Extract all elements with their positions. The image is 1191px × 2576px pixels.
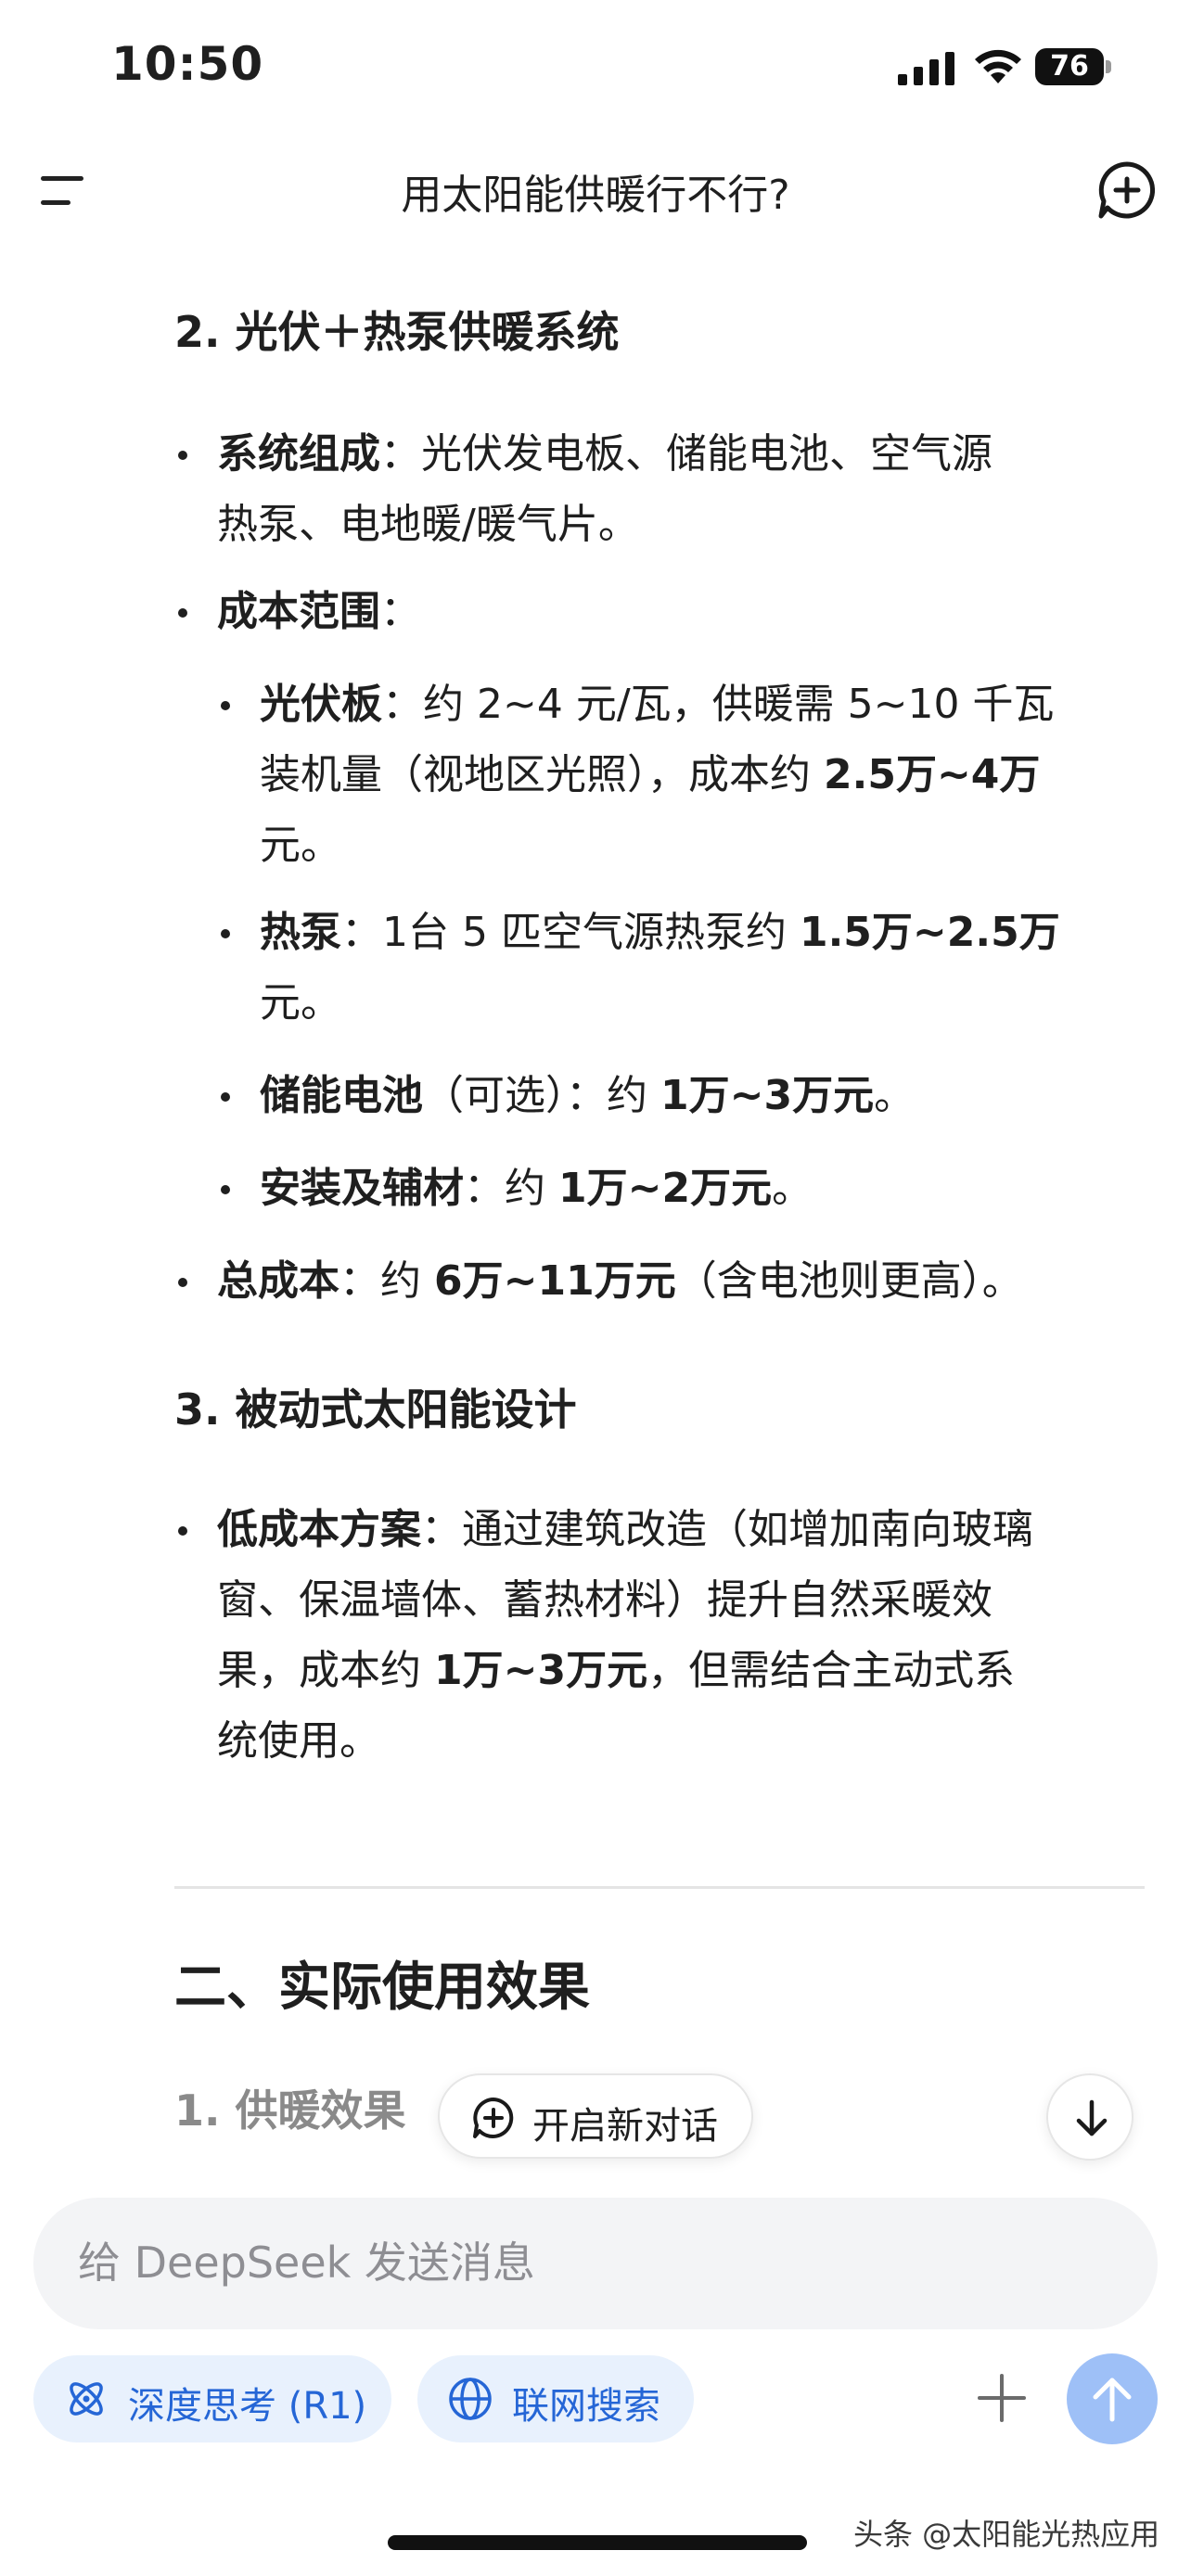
item-value: 1万~3万元 — [660, 1072, 875, 1119]
divider — [174, 1886, 1145, 1889]
item-label: 成本范围 — [217, 588, 380, 635]
send-button[interactable] — [1067, 2353, 1158, 2444]
wifi-icon — [975, 49, 1021, 83]
item-text: 热泵、电地暖/暖气片。 — [217, 501, 639, 548]
nav-bar: 用太阳能供暖行不行? — [0, 139, 1191, 241]
web-search-toggle[interactable]: 联网搜索 — [417, 2355, 694, 2442]
item-text: ：通过建筑改造（如增加南向玻璃 — [421, 1506, 1033, 1553]
item-label: 安装及辅材 — [260, 1165, 464, 1212]
item-text: ：光伏发电板、储能电池、空气源 — [380, 430, 992, 478]
item-text: ：1台 5 匹空气源热泵约 — [341, 909, 800, 956]
web-search-label: 联网搜索 — [512, 2385, 660, 2428]
section-heading: 3. 被动式太阳能设计 — [174, 1384, 577, 1435]
item-text: ：约 — [464, 1165, 558, 1212]
deep-think-label: 深度思考 (R1) — [128, 2385, 367, 2428]
list-item: 系统组成：光伏发电板、储能电池、空气源 热泵、电地暖/暖气片。 — [178, 419, 1135, 560]
item-text: 装机量（视地区光照），成本约 — [260, 751, 824, 798]
arrow-up-icon — [1093, 2378, 1132, 2422]
item-text: 果，成本约 — [217, 1647, 434, 1694]
new-chat-icon[interactable] — [1096, 159, 1158, 221]
signal-icon — [898, 52, 954, 85]
atom-icon — [70, 2382, 103, 2416]
status-bar: 10:50 76 — [0, 0, 1191, 139]
item-label: 总成本 — [217, 1257, 339, 1305]
new-chat-label: 开启新对话 — [532, 2105, 718, 2148]
item-value: 1.5万~2.5万 — [799, 909, 1060, 956]
item-text: 统使用。 — [217, 1717, 380, 1765]
item-label: 储能电池 — [260, 1072, 423, 1119]
item-text: 。 — [772, 1165, 813, 1212]
scroll-to-bottom-button[interactable] — [1046, 2073, 1133, 2161]
section-heading: 2. 光伏＋热泵供暖系统 — [174, 307, 620, 357]
item-text: （可选）：约 — [423, 1072, 660, 1119]
item-label: 光伏板 — [260, 681, 382, 728]
new-chat-icon — [473, 2098, 514, 2138]
item-text: 。 — [874, 1072, 916, 1119]
home-indicator[interactable] — [388, 2535, 807, 2550]
item-text: ： — [380, 588, 421, 635]
arrow-down-icon — [1076, 2099, 1108, 2136]
item-label: 低成本方案 — [217, 1506, 421, 1553]
new-chat-button[interactable]: 开启新对话 — [438, 2073, 753, 2159]
item-value: 6万~11万元 — [434, 1257, 676, 1305]
deep-think-toggle[interactable]: 深度思考 (R1) — [33, 2355, 391, 2442]
watermark: 头条 @太阳能光热应用 — [853, 2517, 1160, 2552]
conversation-title: 用太阳能供暖行不行? — [401, 172, 790, 219]
subsection-heading: 1. 供暖效果 — [174, 2085, 406, 2136]
list-item: 总成本：约 6万~11万元（含电池则更高）。 — [178, 1246, 1145, 1317]
item-label: 系统组成 — [217, 430, 380, 478]
item-label: 热泵 — [260, 909, 341, 956]
item-text: ：约 2~4 元/瓦，供暖需 5~10 千瓦 — [382, 681, 1055, 728]
list-item: 低成本方案：通过建筑改造（如增加南向玻璃 窗、保温墙体、蓄热材料）提升自然采暖效… — [178, 1495, 1145, 1777]
item-value: 1万~3万元 — [434, 1647, 648, 1694]
list-item: 热泵：1台 5 匹空气源热泵约 1.5万~2.5万 元。 — [221, 898, 1150, 1039]
item-text: 元。 — [260, 979, 341, 1027]
list-item: 光伏板：约 2~4 元/瓦，供暖需 5~10 千瓦 装机量（视地区光照），成本约… — [221, 670, 1150, 881]
item-text: 窗、保温墙体、蓄热材料）提升自然采暖效 — [217, 1576, 992, 1624]
item-text: ，但需结合主动式系 — [647, 1647, 1016, 1694]
item-text: （含电池则更高）。 — [675, 1257, 1023, 1305]
item-text: 元。 — [260, 822, 341, 869]
item-value: 2.5万~4万 — [824, 751, 1041, 798]
item-value: 1万~2万元 — [558, 1165, 773, 1212]
list-item: 储能电池（可选）：约 1万~3万元。 — [221, 1061, 1150, 1131]
battery-level: 76 — [1035, 48, 1104, 85]
part-heading: 二、实际使用效果 — [174, 1958, 590, 2018]
plus-icon[interactable] — [974, 2370, 1030, 2426]
message-input[interactable] — [78, 2225, 1098, 2300]
message-composer — [33, 2198, 1158, 2329]
battery-indicator: 76 — [1035, 48, 1111, 85]
list-item: 成本范围： — [178, 577, 1135, 647]
battery-tip — [1106, 60, 1111, 73]
globe-icon — [449, 2378, 492, 2420]
list-item: 安装及辅材：约 1万~2万元。 — [221, 1154, 1150, 1224]
status-time: 10:50 — [111, 37, 264, 91]
item-text: ：约 — [339, 1257, 434, 1305]
